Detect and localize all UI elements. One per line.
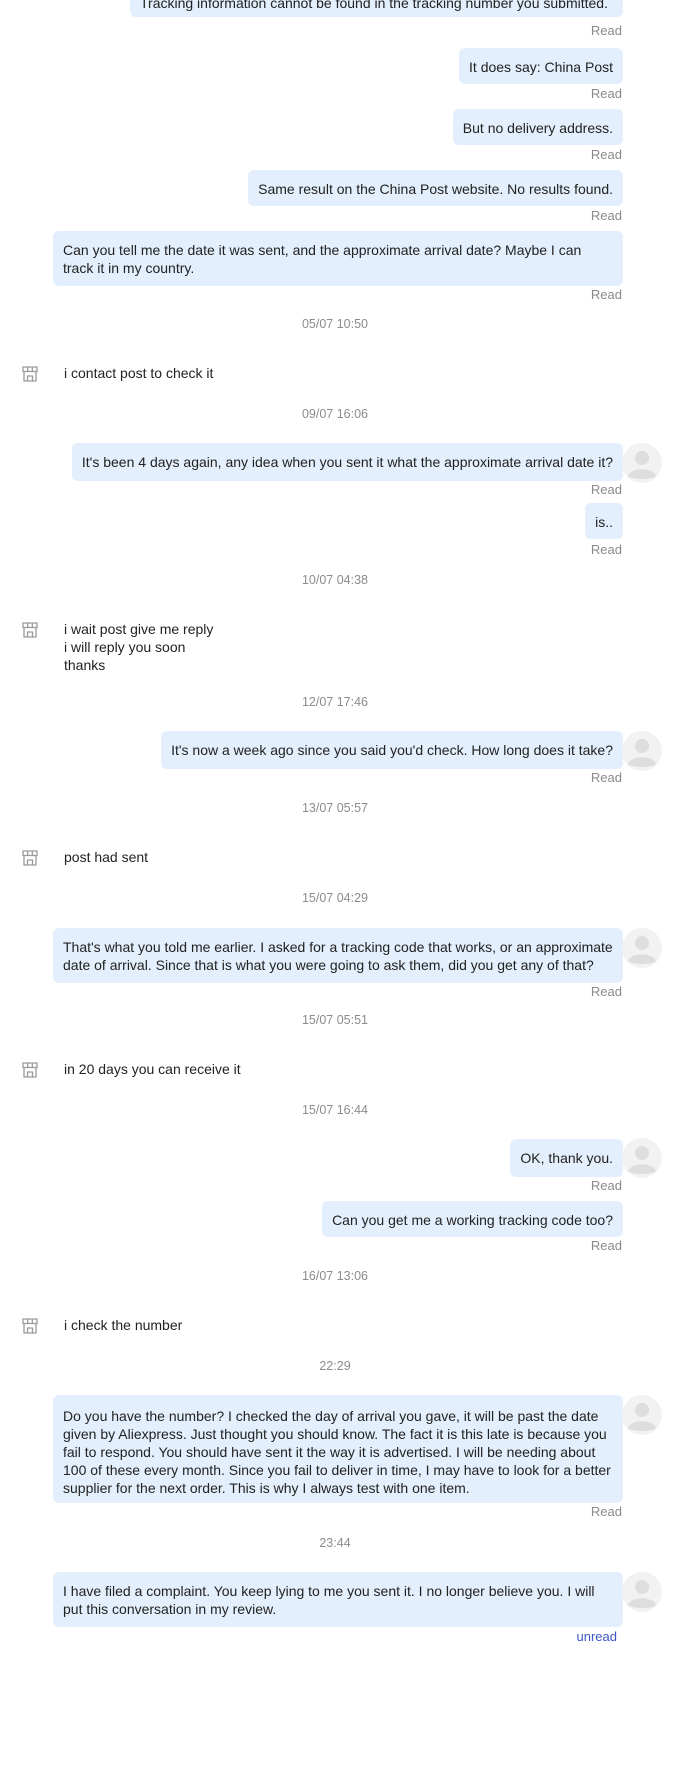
seller-message-line: i will reply you soon: [64, 639, 186, 655]
message-text: Tracking information cannot be found in …: [140, 0, 608, 11]
store-icon: [21, 1061, 39, 1079]
timestamp: 15/07 16:44: [301, 1103, 369, 1117]
timestamp: 22:29: [319, 1359, 351, 1373]
my-message: is..: [585, 503, 623, 539]
timestamp: 10/07 04:38: [301, 573, 369, 587]
message-text: Can you tell me the date it was sent, an…: [63, 242, 582, 276]
user-avatar[interactable]: [622, 1572, 662, 1612]
my-message: Can you get me a working tracking code t…: [322, 1201, 623, 1237]
read-status: Read: [590, 1238, 622, 1253]
my-message: It does say: China Post: [459, 48, 623, 84]
timestamp: 12/07 17:46: [301, 695, 369, 709]
timestamp: 05/07 10:50: [301, 317, 369, 331]
seller-message: in 20 days you can receive it: [64, 1061, 241, 1077]
message-text: I have filed a complaint. You keep lying…: [63, 1583, 595, 1617]
user-avatar[interactable]: [622, 1395, 662, 1435]
read-status: Read: [590, 208, 622, 223]
message-text: Same result on the China Post website. N…: [258, 181, 613, 197]
my-message: It's now a week ago since you said you'd…: [161, 731, 623, 769]
store-icon: [21, 621, 39, 639]
message-text: is..: [595, 514, 613, 530]
read-status: Read: [590, 482, 622, 497]
store-icon: [21, 1317, 39, 1335]
read-status: Read: [590, 770, 622, 785]
message-text: Can you get me a working tracking code t…: [332, 1212, 613, 1228]
timestamp: 23:44: [319, 1536, 351, 1550]
message-text: That's what you told me earlier. I asked…: [63, 939, 613, 973]
read-status: Read: [590, 1178, 622, 1193]
my-message: OK, thank you.: [510, 1139, 623, 1177]
timestamp: 15/07 05:51: [301, 1013, 369, 1027]
message-text: But no delivery address.: [462, 120, 613, 136]
my-message: Same result on the China Post website. N…: [248, 170, 623, 206]
my-message: Can you tell me the date it was sent, an…: [53, 231, 623, 286]
my-message: Tracking information cannot be found in …: [130, 0, 623, 17]
message-text: Do you have the number? I checked the da…: [63, 1408, 611, 1496]
timestamp: 13/07 05:57: [301, 801, 369, 815]
my-message: Do you have the number? I checked the da…: [53, 1395, 623, 1503]
my-message: It's been 4 days again, any idea when yo…: [71, 443, 623, 481]
seller-message: i wait post give me reply i will reply y…: [64, 620, 213, 674]
unread-status: unread: [576, 1629, 617, 1644]
store-icon: [21, 365, 39, 383]
seller-message: i contact post to check it: [64, 365, 214, 381]
timestamp: 16/07 13:06: [301, 1269, 369, 1283]
read-status: Read: [590, 86, 622, 101]
seller-message-line: i wait post give me reply: [64, 621, 214, 637]
user-avatar[interactable]: [622, 928, 662, 968]
seller-message: post had sent: [64, 849, 149, 865]
user-avatar[interactable]: [622, 731, 662, 771]
message-text: It's now a week ago since you said you'd…: [171, 742, 613, 758]
read-status: Read: [590, 147, 622, 162]
seller-message-line: thanks: [64, 657, 106, 673]
user-avatar[interactable]: [622, 1138, 662, 1178]
timestamp: 15/07 04:29: [301, 891, 369, 905]
my-message: I have filed a complaint. You keep lying…: [53, 1572, 623, 1627]
seller-message: i check the number: [64, 1317, 183, 1333]
read-status: Read: [590, 542, 622, 557]
store-icon: [21, 849, 39, 867]
message-text: It's been 4 days again, any idea when yo…: [81, 454, 613, 470]
read-status: Read: [590, 984, 622, 999]
my-message: That's what you told me earlier. I asked…: [53, 928, 623, 983]
my-message: But no delivery address.: [452, 109, 623, 145]
timestamp: 09/07 16:06: [301, 407, 369, 421]
user-avatar[interactable]: [622, 443, 662, 483]
read-status: Read: [590, 23, 622, 38]
read-status: Read: [590, 1504, 622, 1519]
message-text: OK, thank you.: [520, 1150, 613, 1166]
read-status: Read: [590, 287, 622, 302]
message-text: It does say: China Post: [469, 59, 613, 75]
